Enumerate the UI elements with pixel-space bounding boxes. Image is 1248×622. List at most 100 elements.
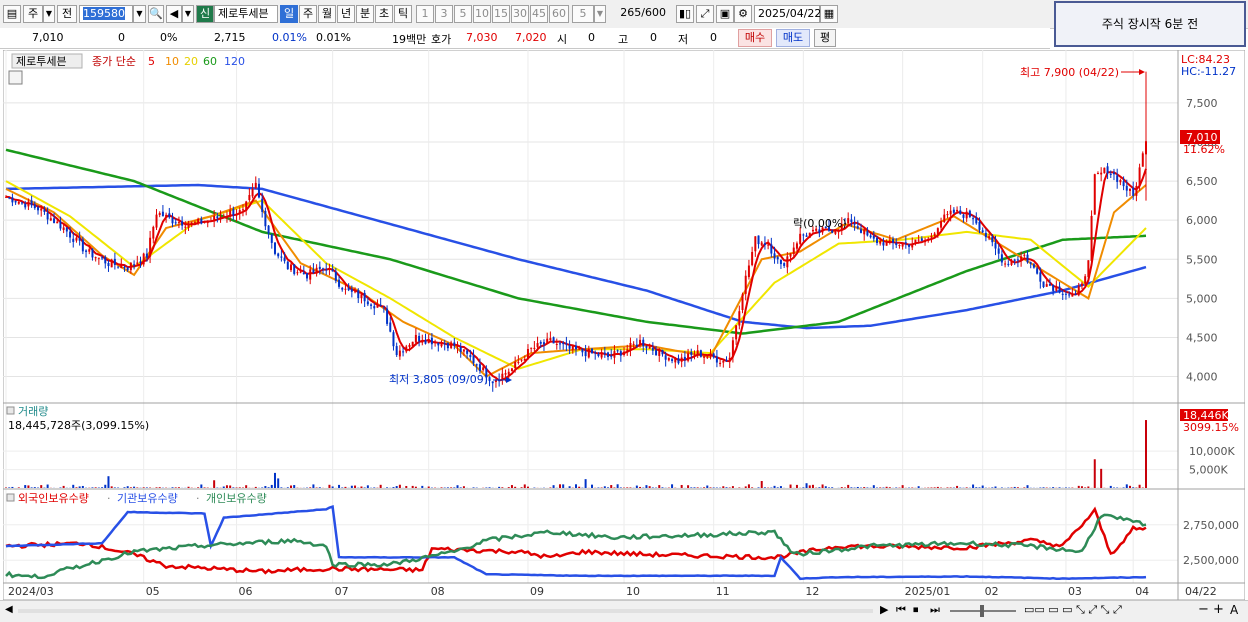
num-10[interactable]: 10 — [473, 5, 491, 23]
num-15[interactable]: 15 — [492, 5, 510, 23]
last-button[interactable]: ⏭ — [930, 603, 940, 617]
calendar-icon[interactable]: ▦ — [820, 5, 838, 23]
code-dropdown-icon[interactable]: ▼ — [133, 5, 146, 23]
candle-body — [681, 358, 683, 362]
code-input[interactable]: 159580 — [79, 5, 133, 23]
table-icon[interactable] — [9, 71, 22, 84]
view-icons[interactable]: ▭▭ ▭ ▭ ⤡ ⤢ ⤡ ⤢ — [1024, 603, 1122, 617]
window-menu-icon[interactable]: ▤ — [3, 5, 21, 23]
chart-area[interactable]: 제로투세븐 종가 단순 5 10 20 60 120 7,5007,0006,5… — [3, 50, 1245, 600]
period-second[interactable]: 초 — [375, 5, 393, 23]
candle-body — [27, 202, 29, 207]
candle-body — [703, 356, 705, 357]
gear-icon[interactable]: ⚙ — [734, 5, 752, 23]
candle-body — [527, 349, 529, 359]
market-select[interactable]: 주 — [23, 5, 43, 23]
candle-body — [43, 210, 45, 212]
even-button[interactable]: 평 — [814, 29, 836, 47]
period-year[interactable]: 년 — [337, 5, 355, 23]
date-input[interactable]: 2025/04/22 — [754, 5, 820, 23]
volume-bar — [527, 487, 529, 488]
candle-body — [959, 210, 961, 214]
volume-bar — [40, 485, 42, 488]
font-button[interactable]: A — [1230, 603, 1238, 617]
play-button[interactable]: ▶ — [880, 603, 888, 616]
candle-body — [863, 230, 865, 235]
candle-body — [940, 221, 942, 227]
candle-body — [91, 249, 93, 258]
volume-bar — [809, 485, 811, 488]
new-badge[interactable]: 신 — [196, 5, 214, 23]
chart-svg[interactable]: 제로투세븐 종가 단순 5 10 20 60 120 7,5007,0006,5… — [3, 50, 1245, 600]
scroll-left-arrow[interactable]: ◀ — [5, 604, 13, 615]
candle-body — [1071, 295, 1073, 297]
candle-body — [1001, 254, 1003, 262]
candle-body — [898, 245, 900, 246]
volume-bar — [332, 486, 334, 488]
stop-button[interactable]: ⏹ — [913, 603, 919, 617]
candle-body — [873, 236, 875, 239]
volume-bar — [360, 486, 362, 488]
prev-button[interactable]: 전 — [57, 5, 77, 23]
candle-body — [994, 243, 996, 249]
candle-body — [501, 374, 503, 380]
candle-body — [985, 233, 987, 237]
candle-body — [197, 219, 199, 223]
x-tick-label: 05 — [146, 585, 160, 598]
num-3[interactable]: 3 — [435, 5, 453, 23]
period-minute[interactable]: 분 — [356, 5, 374, 23]
speaker-dropdown-icon[interactable]: ▼ — [182, 5, 194, 23]
candle-body — [364, 293, 366, 301]
num-60[interactable]: 60 — [549, 5, 569, 23]
save-icon[interactable]: ▣ — [716, 5, 734, 23]
candle-body — [623, 352, 625, 355]
candle-body — [213, 216, 215, 220]
interval-select[interactable]: 5 — [572, 5, 594, 23]
scrollbar-track[interactable] — [18, 609, 873, 613]
interval-dropdown-icon[interactable]: ▼ — [594, 5, 606, 23]
x-tick-label: 06 — [239, 585, 253, 598]
candle-body — [53, 218, 55, 223]
buy-button[interactable]: 매수 — [738, 29, 772, 47]
volume-bar — [1059, 487, 1061, 488]
candle-body — [655, 350, 657, 355]
candle-body — [1017, 259, 1019, 260]
legend-ma10: 10 — [165, 55, 179, 68]
search-icon[interactable]: 🔍 — [148, 5, 164, 23]
num-5[interactable]: 5 — [454, 5, 472, 23]
indicator-icon[interactable]: ⤢ — [696, 5, 714, 23]
num-1[interactable]: 1 — [416, 5, 434, 23]
candle-body — [223, 217, 225, 218]
zoom-slider-handle[interactable] — [980, 605, 984, 617]
period-week[interactable]: 주 — [299, 5, 317, 23]
candle-body — [565, 343, 567, 344]
sell-button[interactable]: 매도 — [776, 29, 810, 47]
num-45[interactable]: 45 — [530, 5, 548, 23]
market-dropdown-icon[interactable]: ▼ — [43, 5, 55, 23]
candle-body — [344, 289, 346, 290]
candle-body — [684, 357, 686, 360]
period-month[interactable]: 월 — [318, 5, 336, 23]
candle-body — [780, 260, 782, 264]
volume-pane-handle[interactable] — [7, 407, 14, 414]
period-tick[interactable]: 틱 — [394, 5, 412, 23]
volume-bar — [396, 486, 398, 488]
candle-body — [412, 342, 414, 346]
first-button[interactable]: ⏮ — [896, 603, 906, 617]
candle-body — [706, 357, 708, 358]
legend-stock-name: 제로투세븐 — [16, 55, 67, 68]
zoom-in-button[interactable]: + — [1213, 602, 1224, 617]
holdings-pane-handle[interactable] — [7, 494, 14, 501]
zoom-out-button[interactable]: − — [1198, 602, 1209, 617]
candle-body — [280, 256, 282, 257]
period-day[interactable]: 일 — [280, 5, 298, 23]
candle-body — [914, 240, 916, 243]
candle-body — [159, 213, 161, 215]
ask-label: 호가 — [431, 31, 451, 47]
candle-type-icon[interactable]: ▮▯ — [676, 5, 694, 23]
num-30[interactable]: 30 — [511, 5, 529, 23]
speaker-icon[interactable]: ◀ — [166, 5, 182, 23]
volume-bar — [123, 487, 125, 488]
volume-bar — [293, 485, 295, 488]
candle-body — [56, 222, 58, 224]
